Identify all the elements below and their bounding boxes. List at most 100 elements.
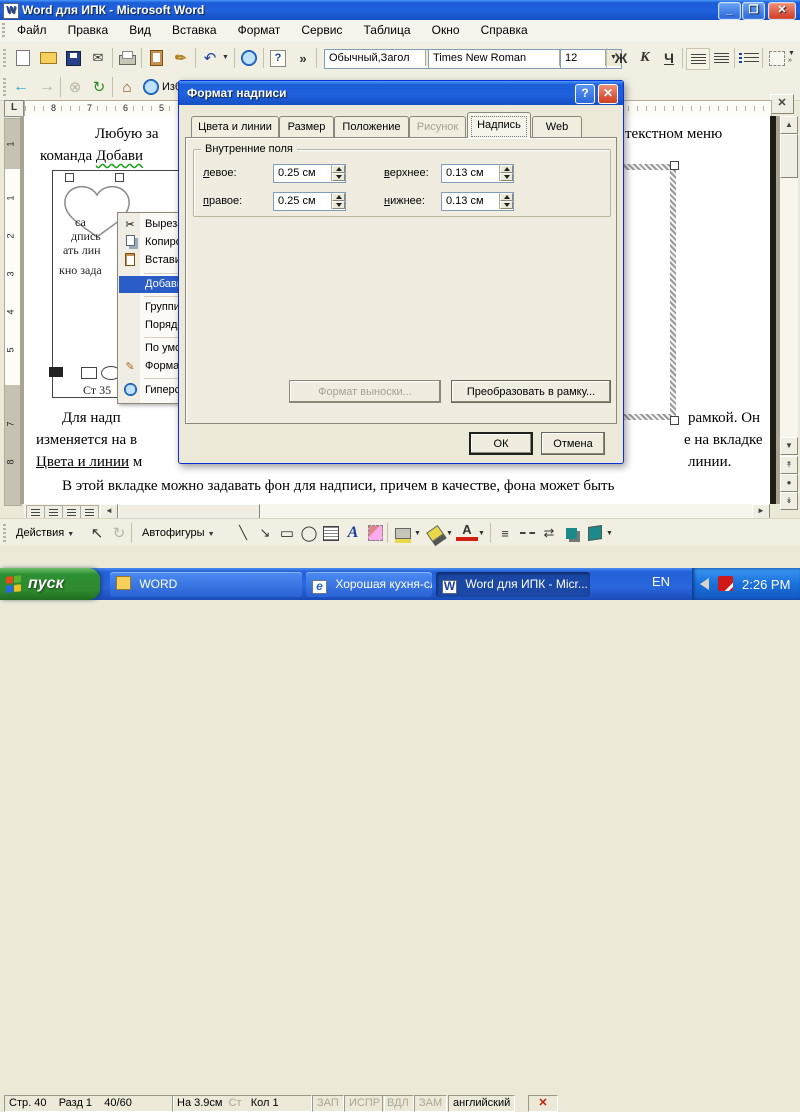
previous-page-icon[interactable]: ↟	[780, 456, 798, 474]
spin-up-icon[interactable]	[332, 165, 345, 173]
selection-handle[interactable]	[670, 161, 679, 170]
search-icon[interactable]	[140, 77, 162, 97]
toolbar-options-chevron-icon[interactable]: »	[292, 48, 314, 68]
font-color-dropdown-arrow[interactable]: ▼	[478, 530, 485, 537]
start-button[interactable]: пуск	[0, 568, 100, 600]
taskbar-clock[interactable]: 2:26 PM	[742, 577, 790, 592]
ok-button[interactable]: ОК	[469, 432, 533, 455]
spelling-status-icon[interactable]: ✕	[528, 1095, 558, 1112]
drawbar-grip[interactable]	[3, 524, 6, 542]
italic-button[interactable]: К	[634, 48, 656, 68]
undo-icon[interactable]: ↶	[199, 48, 221, 68]
menu-insert[interactable]: Вставка	[163, 20, 226, 40]
cancel-button[interactable]: Отмена	[541, 432, 605, 455]
line-color-dropdown-arrow[interactable]: ▼	[446, 530, 453, 537]
selection-handle[interactable]	[115, 173, 124, 182]
bottom-margin-input[interactable]: 0.13 см	[441, 192, 514, 211]
next-page-icon[interactable]: ↡	[780, 492, 798, 510]
oval-icon[interactable]: ◯	[298, 523, 320, 543]
webbar-grip[interactable]	[3, 78, 6, 96]
menu-view[interactable]: Вид	[120, 20, 160, 40]
help-icon[interactable]: ?	[267, 48, 289, 68]
autoshapes-button[interactable]: Автофигуры ▼	[136, 523, 221, 543]
menu-help[interactable]: Справка	[472, 20, 537, 40]
taskbar-task-browser[interactable]: e Хорошая кухня-слое	[306, 572, 432, 597]
scroll-up-icon[interactable]: ▲	[780, 116, 798, 134]
status-track-toggle[interactable]: ИСПР	[344, 1095, 386, 1112]
spin-up-icon[interactable]	[332, 193, 345, 201]
three-d-icon[interactable]	[584, 523, 606, 543]
undo-dropdown-arrow[interactable]: ▼	[222, 54, 229, 61]
taskbar-task-word-folder[interactable]: WORD	[110, 572, 302, 597]
scroll-down-icon[interactable]: ▼	[780, 437, 798, 455]
menubar-grip[interactable]	[2, 23, 5, 39]
vertical-scrollbar[interactable]: ▲ ▼ ↟ ● ↡	[780, 116, 798, 510]
borders-dropdown-arrow[interactable]: ▼»	[788, 50, 795, 64]
status-rec-toggle[interactable]: ЗАП	[312, 1095, 344, 1112]
paste-icon[interactable]	[145, 48, 167, 68]
tab-web[interactable]: Web	[532, 116, 582, 138]
fill-color-dropdown-arrow[interactable]: ▼	[414, 530, 421, 537]
tab-textbox[interactable]: Надпись	[467, 112, 531, 138]
tab-colors-lines[interactable]: Цвета и линии	[191, 116, 279, 138]
document-close-button[interactable]: ✕	[770, 94, 794, 114]
save-icon[interactable]	[62, 48, 84, 68]
scroll-left-icon[interactable]: ◄	[100, 504, 118, 519]
selection-handle[interactable]	[670, 416, 679, 425]
bullets-icon[interactable]	[738, 48, 762, 68]
dialog-close-button[interactable]: ✕	[598, 84, 618, 104]
bold-button[interactable]: Ж	[610, 48, 632, 68]
right-margin-input[interactable]: 0.25 см	[273, 192, 346, 211]
tab-size[interactable]: Размер	[279, 116, 334, 138]
new-document-icon[interactable]	[12, 48, 34, 68]
spin-down-icon[interactable]	[332, 201, 345, 209]
tab-alignment-selector[interactable]: L	[4, 100, 24, 117]
minimize-button[interactable]: _	[718, 2, 741, 20]
close-button[interactable]: ✕	[768, 2, 796, 20]
spin-down-icon[interactable]	[332, 173, 345, 181]
spin-up-icon[interactable]	[500, 193, 513, 201]
bottom-margin-spinner[interactable]	[499, 193, 513, 209]
top-margin-input[interactable]: 0.13 см	[441, 164, 514, 183]
top-margin-spinner[interactable]	[499, 165, 513, 181]
fill-color-icon[interactable]	[392, 523, 414, 543]
line-icon[interactable]: ╲	[232, 523, 254, 543]
home-icon[interactable]: ⌂	[116, 77, 138, 97]
language-indicator[interactable]: EN	[652, 574, 670, 589]
left-margin-spinner[interactable]	[331, 165, 345, 181]
arrow-style-icon[interactable]: ⇄	[538, 523, 560, 543]
restore-button[interactable]: ❐	[742, 2, 765, 20]
text-box-icon[interactable]	[320, 523, 342, 543]
dash-style-icon[interactable]	[516, 523, 538, 543]
shadow-icon[interactable]	[560, 523, 582, 543]
web-layout-view-button[interactable]	[44, 505, 63, 519]
scroll-right-icon[interactable]: ►	[752, 504, 770, 519]
three-d-dropdown-arrow[interactable]: ▼	[606, 530, 613, 537]
select-browse-object-icon[interactable]: ●	[780, 474, 798, 492]
right-margin-spinner[interactable]	[331, 193, 345, 209]
spin-up-icon[interactable]	[500, 165, 513, 173]
normal-view-button[interactable]	[26, 505, 45, 519]
rectangle-icon[interactable]: ▭	[276, 523, 298, 543]
status-ovr-toggle[interactable]: ЗАМ	[414, 1095, 448, 1112]
select-objects-icon[interactable]: ↖	[86, 523, 108, 543]
menu-file[interactable]: Файл	[8, 20, 56, 40]
style-combo[interactable]: Обычный,Загол ▼	[324, 49, 442, 69]
taskbar-task-word-active[interactable]: W Word для ИПК - Micr...	[436, 572, 590, 597]
menu-table[interactable]: Таблица	[355, 20, 420, 40]
selection-handle[interactable]	[65, 173, 74, 182]
horizontal-scrollbar[interactable]: ◄ ►	[24, 504, 770, 519]
spin-down-icon[interactable]	[500, 201, 513, 209]
menu-edit[interactable]: Правка	[59, 20, 118, 40]
font-color-icon[interactable]: А	[456, 521, 478, 541]
antivirus-tray-icon[interactable]	[718, 576, 733, 591]
menu-format[interactable]: Формат	[229, 20, 290, 40]
align-justify-icon[interactable]	[710, 48, 732, 68]
open-icon[interactable]	[37, 48, 59, 68]
line-style-icon[interactable]: ≡	[494, 523, 516, 543]
web-globe-icon[interactable]	[238, 48, 260, 68]
refresh-icon[interactable]: ↻	[88, 77, 110, 97]
arrow-icon[interactable]: ↘	[254, 523, 276, 543]
line-color-icon[interactable]	[424, 523, 446, 543]
mail-icon[interactable]: ✉	[87, 48, 109, 68]
